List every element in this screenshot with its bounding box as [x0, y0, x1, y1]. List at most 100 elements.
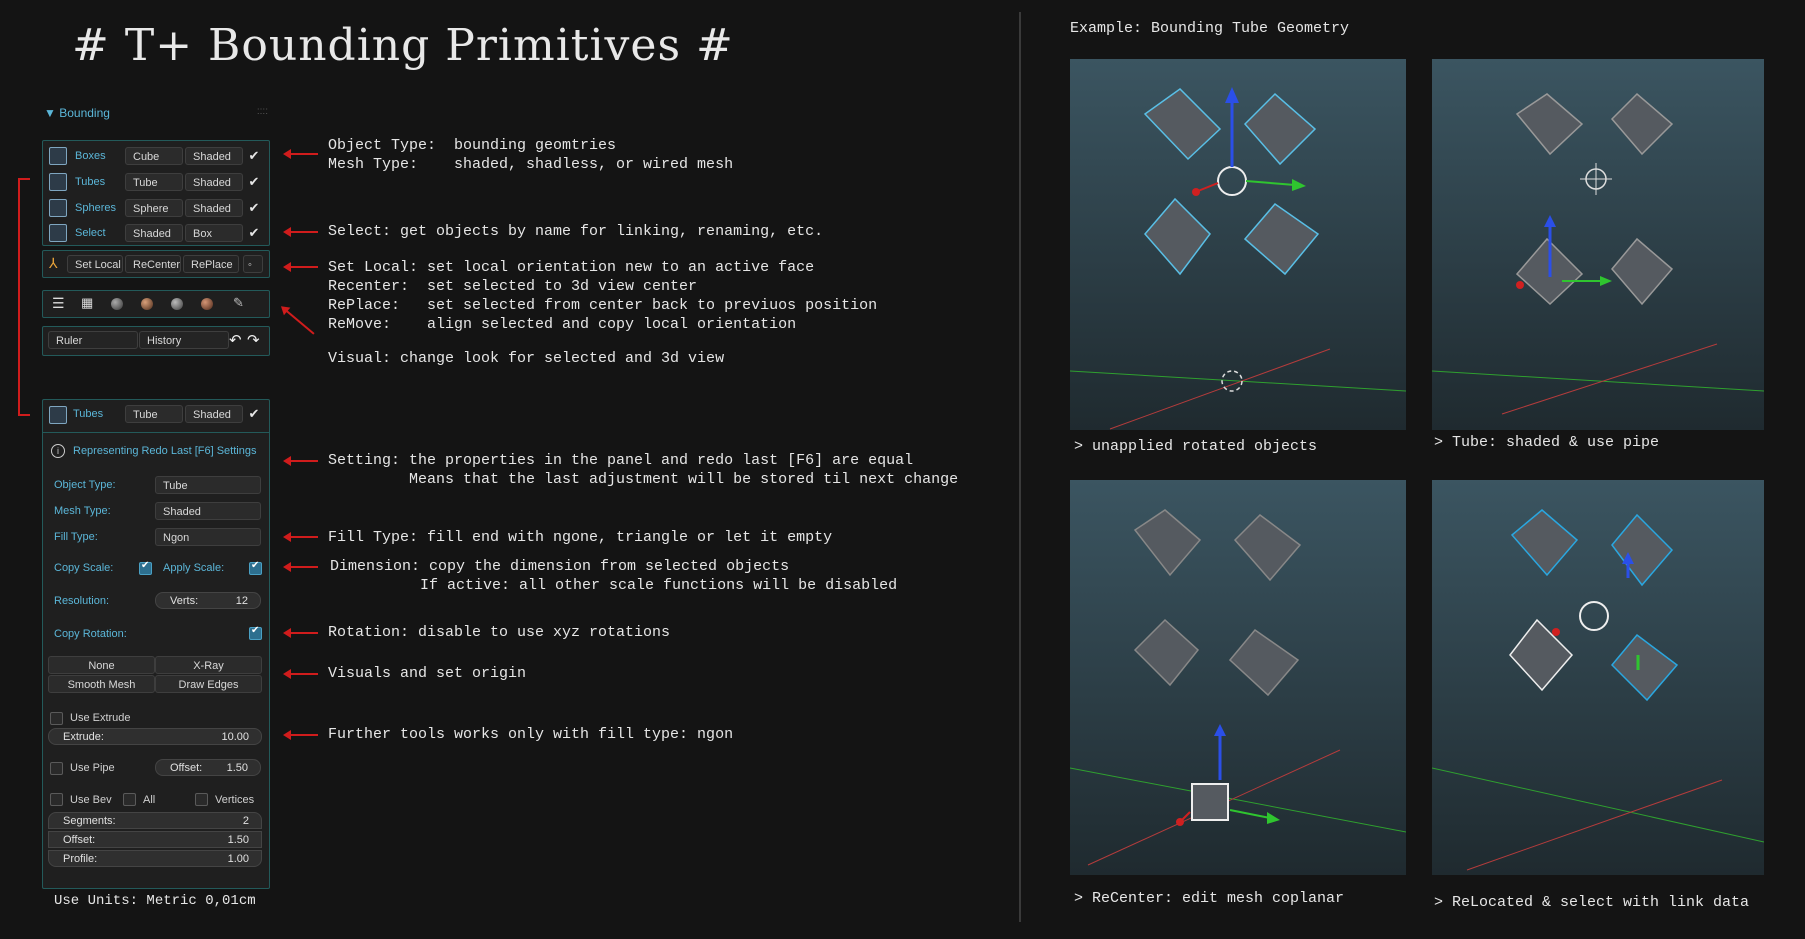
tubes-redo-icon[interactable] [49, 406, 67, 424]
extrude-slider[interactable]: Extrude: 10.00 [48, 728, 262, 745]
copy-rotation-checkbox[interactable] [249, 625, 262, 640]
viewport-3 [1070, 480, 1406, 875]
draw-edges-toggle[interactable]: Draw Edges [155, 675, 262, 693]
vertical-divider [1019, 12, 1021, 922]
redo-mesh-select[interactable]: Shaded [185, 405, 243, 423]
use-pipe-label: Use Pipe [70, 762, 115, 774]
caption-4: > ReLocated & select with link data [1434, 894, 1750, 911]
drag-grip-icon[interactable]: :::: [257, 106, 268, 117]
caption-3: > ReCenter: edit mesh coplanar [1074, 890, 1345, 907]
profile-slider[interactable]: Profile: 1.00 [48, 850, 262, 867]
primitives-box: Boxes Cube Shaded ✔ Tubes Tube Shaded ✔ … [42, 140, 270, 246]
segments-label: Segments: [63, 815, 116, 827]
brush-icon[interactable]: ✎ [233, 295, 244, 311]
arrow-select [283, 227, 318, 237]
menu-lines-icon[interactable]: ☰ [52, 295, 65, 312]
axis-orientation-icon[interactable]: ⅄ [49, 255, 58, 272]
boxes-mesh-select[interactable]: Shaded [185, 147, 243, 165]
info-icon: i [51, 444, 65, 458]
arrow-set-local [283, 262, 318, 272]
row-boxes: Boxes Cube Shaded ✔ [43, 145, 269, 167]
spheres-type-select[interactable]: Sphere [125, 199, 183, 217]
tubes-icon[interactable] [49, 173, 67, 191]
object-type-select[interactable]: Tube [155, 476, 261, 494]
redo-type-select[interactable]: Tube [125, 405, 183, 423]
select-shape-select[interactable]: Box [185, 224, 243, 242]
pipe-offset-slider[interactable]: Offset: 1.50 [155, 759, 261, 776]
mesh-type-label: Mesh Type: [54, 505, 111, 517]
xray-toggle[interactable]: X-Ray [155, 656, 262, 674]
use-bev-checkbox[interactable] [50, 793, 63, 806]
arrow-object-type [283, 149, 318, 159]
viewport-2 [1432, 59, 1764, 430]
spheres-icon[interactable] [49, 199, 67, 217]
copy-rotation-label: Copy Rotation: [54, 628, 127, 640]
redo-confirm-icon[interactable]: ✔ [247, 407, 261, 421]
select-cursor-icon[interactable] [49, 224, 67, 242]
tubes-confirm-icon[interactable]: ✔ [247, 175, 261, 189]
shade-solid-icon[interactable] [111, 298, 123, 310]
all-checkbox[interactable] [123, 793, 136, 806]
boxes-icon[interactable] [49, 147, 67, 165]
boxes-confirm-icon[interactable]: ✔ [247, 149, 261, 163]
mesh-type-select[interactable]: Shaded [155, 502, 261, 520]
undo-icon[interactable]: ↶ [229, 331, 242, 349]
page-title: # T+ Bounding Primitives # [72, 20, 734, 71]
row-spheres: Spheres Sphere Shaded ✔ [43, 197, 269, 219]
caption-2: > Tube: shaded & use pipe [1434, 434, 1660, 451]
fill-type-select[interactable]: Ngon [155, 528, 261, 546]
set-local-button[interactable]: Set Local [67, 255, 123, 273]
shade-material-icon[interactable] [141, 298, 153, 310]
vertices-label: Vertices [215, 794, 255, 806]
select-confirm-icon[interactable]: ✔ [247, 226, 261, 240]
redo-icon[interactable]: ↷ [247, 331, 260, 349]
tubes-type-select[interactable]: Tube [125, 173, 183, 191]
spheres-confirm-icon[interactable]: ✔ [247, 201, 261, 215]
select-mode-select[interactable]: Shaded [125, 224, 183, 242]
spheres-mesh-select[interactable]: Shaded [185, 199, 243, 217]
profile-value: 1.00 [227, 853, 249, 865]
viewport-2-scene [1432, 92, 1764, 415]
apply-scale-checkbox[interactable] [249, 560, 262, 575]
replace-button[interactable]: RePlace [183, 255, 239, 273]
copy-scale-label: Copy Scale: [54, 562, 114, 574]
vertices-checkbox[interactable] [195, 793, 208, 806]
spheres-label[interactable]: Spheres [75, 202, 116, 214]
shade-texture-icon[interactable] [171, 298, 183, 310]
note-rotation: Rotation: disable to use xyz rotations [328, 624, 671, 641]
apply-scale-label: Apply Scale: [163, 562, 225, 574]
panel-header-bounding[interactable]: ▼ Bounding :::: [44, 106, 268, 124]
use-bev-label: Use Bev [70, 794, 112, 806]
redo-info-text: Representing Redo Last [F6] Settings [73, 445, 257, 457]
segments-slider[interactable]: Segments: 2 [48, 812, 262, 829]
use-extrude-label: Use Extrude [70, 712, 131, 724]
select-label[interactable]: Select [75, 227, 106, 239]
copy-scale-checkbox[interactable] [139, 560, 152, 575]
tubes-mesh-select[interactable]: Shaded [185, 173, 243, 191]
panel-header-label: ▼ Bounding [44, 106, 110, 120]
arrow-dimension [283, 562, 318, 572]
verts-slider[interactable]: Verts: 12 [155, 592, 261, 609]
verts-value: 12 [235, 595, 248, 607]
tubes-label[interactable]: Tubes [75, 176, 105, 188]
use-extrude-checkbox[interactable] [50, 712, 63, 725]
offset-slider[interactable]: Offset: 1.50 [48, 831, 262, 848]
ruler-button[interactable]: Ruler [48, 331, 138, 349]
shade-rendered-icon[interactable] [201, 298, 213, 310]
all-label: All [143, 794, 156, 806]
recenter-button[interactable]: ReCenter [125, 255, 181, 273]
offset-label: Offset: [63, 834, 96, 846]
redo-divider [43, 432, 269, 433]
extrude-value: 10.00 [221, 731, 249, 743]
grid-layout-icon[interactable]: ▦ [81, 295, 93, 311]
profile-label: Profile: [63, 853, 98, 865]
origin-select[interactable]: None [48, 656, 155, 674]
arrow-visuals [283, 669, 318, 679]
boxes-label[interactable]: Boxes [75, 150, 106, 162]
boxes-type-select[interactable]: Cube [125, 147, 183, 165]
more-options-icon[interactable]: ◦ [243, 255, 263, 273]
pipe-offset-label: Offset: [170, 762, 203, 774]
smooth-mesh-toggle[interactable]: Smooth Mesh [48, 675, 155, 693]
use-pipe-checkbox[interactable] [50, 762, 63, 775]
history-button[interactable]: History [139, 331, 229, 349]
